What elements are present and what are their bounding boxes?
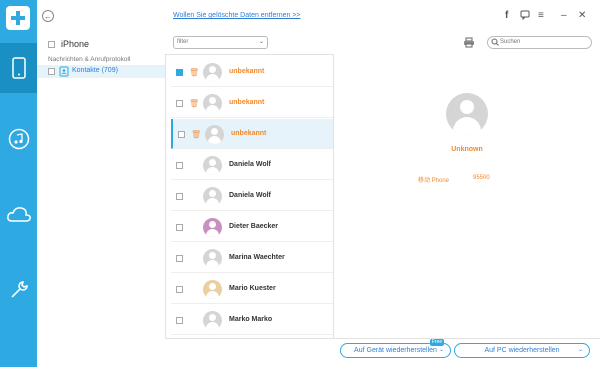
contact-name: Daniela Wolf (229, 161, 271, 168)
avatar (203, 280, 222, 299)
left-rail (0, 0, 37, 367)
restore-to-pc-button[interactable]: Auf PC wiederherstellen ⌄ (454, 343, 590, 358)
contact-name: unbekannt (231, 130, 267, 137)
restore-to-pc-label: Auf PC wiederherstellen (484, 347, 560, 354)
tools-nav-button[interactable] (0, 265, 37, 315)
print-icon[interactable] (463, 37, 475, 50)
device-checkbox[interactable] (48, 40, 55, 48)
tree-item-contacts[interactable]: Kontakte (709) (37, 65, 165, 78)
contact-row[interactable]: Mario Kuester (171, 274, 333, 304)
contact-row[interactable]: Daniela Wolf (171, 150, 333, 180)
close-icon[interactable]: ✕ (578, 10, 586, 21)
device-tree: iPhone Nachrichten & Anrufprotokoll Kont… (37, 32, 166, 367)
back-button[interactable]: ← (42, 10, 54, 22)
contacts-icon (59, 66, 69, 79)
device-node[interactable]: iPhone (48, 39, 89, 49)
contacts-label: Kontakte (709) (72, 67, 118, 74)
cloud-nav-button[interactable] (0, 190, 37, 240)
avatar (205, 125, 224, 144)
contact-row[interactable]: 🗑 unbekannt (171, 88, 333, 118)
contact-name: Dieter Baecker (229, 223, 279, 230)
row-checkbox[interactable] (176, 224, 183, 231)
avatar (203, 249, 222, 268)
contact-name: Daniela Wolf (229, 192, 271, 199)
avatar (203, 218, 222, 237)
cloud-icon (6, 207, 31, 222)
chevron-down-icon: ⌄ (258, 39, 264, 45)
search-input[interactable]: Suchen (487, 36, 592, 49)
row-checkbox[interactable] (176, 162, 183, 169)
feedback-icon[interactable] (520, 10, 530, 23)
minimize-icon[interactable]: – (561, 10, 567, 21)
contact-name: Marina Waechter (229, 254, 285, 261)
contact-name: Unknown (451, 146, 483, 153)
contact-avatar (446, 93, 488, 135)
music-icon (8, 128, 29, 150)
contact-name: unbekannt (229, 68, 265, 75)
avatar (203, 63, 222, 82)
free-badge: Free (430, 339, 444, 346)
filter-dropdown[interactable]: filter ⌄ (173, 36, 268, 49)
facebook-icon[interactable]: f (505, 10, 508, 21)
phone-icon (11, 57, 26, 79)
restore-to-device-label: Auf Gerät wiederherstellen (354, 347, 437, 354)
row-checkbox[interactable] (176, 255, 183, 262)
contact-name: unbekannt (229, 99, 265, 106)
filter-value: filter (177, 39, 189, 45)
chevron-down-icon: ⌄ (577, 347, 583, 353)
contact-name: Marko Marko (229, 316, 273, 323)
row-checkbox[interactable] (176, 193, 183, 200)
list-footer (165, 338, 334, 368)
music-nav-button[interactable] (0, 114, 37, 164)
menu-icon[interactable]: ≡ (538, 10, 544, 21)
row-checkbox[interactable] (176, 100, 183, 107)
contact-row[interactable]: Dieter Baecker (171, 212, 333, 242)
contact-row[interactable]: Daniela Wolf (171, 181, 333, 211)
search-icon (491, 37, 499, 52)
device-name: iPhone (61, 39, 90, 49)
back-icon: ← (44, 11, 52, 21)
tools-icon (10, 281, 28, 298)
avatar (203, 187, 222, 206)
row-checkbox[interactable] (176, 286, 183, 293)
contact-name: Mario Kuester (229, 285, 276, 292)
avatar (203, 311, 222, 330)
contact-row[interactable]: Marko Marko (171, 305, 333, 335)
contact-row[interactable]: 🗑 unbekannt (171, 119, 333, 149)
trash-icon: 🗑 (189, 99, 200, 108)
trash-icon: 🗑 (189, 68, 200, 77)
phone-nav-button[interactable] (0, 43, 37, 93)
tree-category-label: Nachrichten & Anrufprotokoll (48, 56, 131, 63)
contact-row[interactable]: 🗑 unbekannt (171, 57, 333, 87)
search-placeholder: Suchen (500, 39, 521, 45)
row-checkbox[interactable] (176, 69, 183, 76)
phone-value: 95500 (473, 175, 490, 181)
avatar (203, 156, 222, 175)
phone-label: 移动 Phone (418, 178, 450, 184)
contact-list: 🗑 unbekannt 🗑 unbekannt 🗑 unbekannt Daniela Wo… (171, 57, 333, 338)
contacts-checkbox[interactable] (48, 68, 55, 75)
header-bar (37, 0, 600, 32)
avatar (203, 94, 222, 113)
contact-row[interactable]: Marina Waechter (171, 243, 333, 273)
row-checkbox[interactable] (176, 317, 183, 324)
app-logo-icon (6, 6, 30, 30)
trash-icon: 🗑 (191, 130, 202, 139)
row-checkbox[interactable] (178, 131, 185, 138)
delete-data-link[interactable]: Wollen Sie gelöschte Daten entfernen >> (173, 12, 301, 19)
